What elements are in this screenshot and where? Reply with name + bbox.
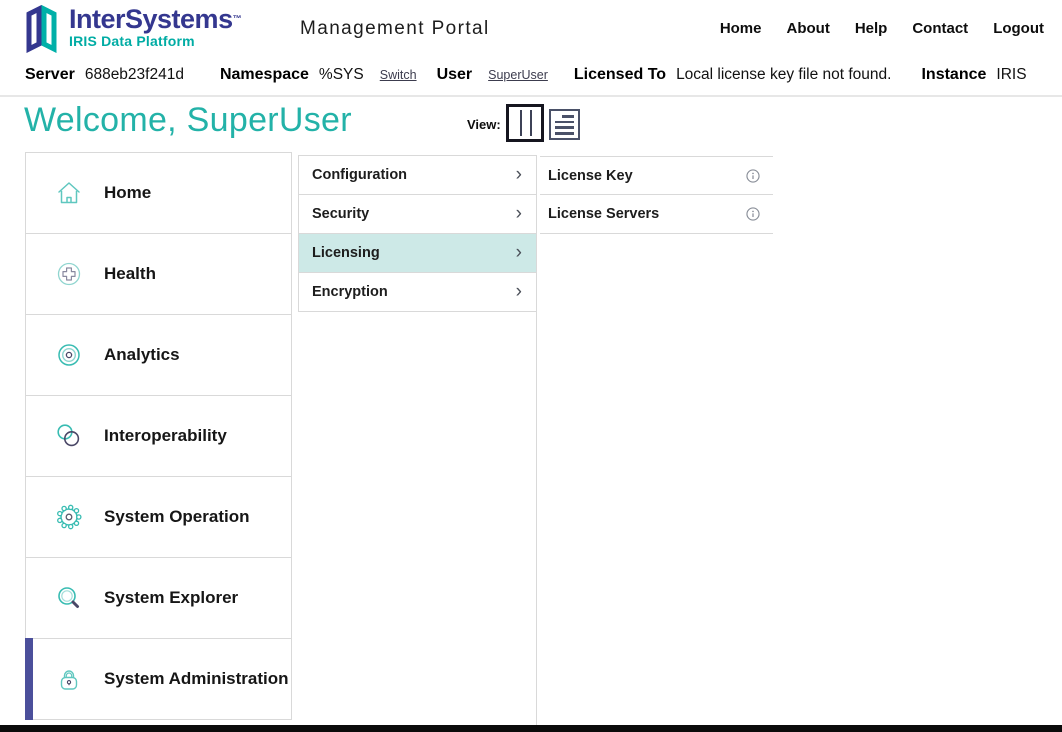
analytics-icon [54, 340, 84, 370]
sidebar-item-analytics[interactable]: Analytics [25, 314, 292, 396]
menu-item-label: Encryption [312, 284, 388, 300]
management-portal-page: InterSystems™ IRIS Data Platform Managem… [0, 0, 1062, 732]
brand-trademark: ™ [233, 14, 242, 24]
logo-text: InterSystems™ IRIS Data Platform [69, 5, 242, 49]
menu-item-encryption[interactable]: Encryption › [298, 272, 537, 312]
submenu-item-license-key[interactable]: License Key [540, 156, 773, 195]
server-label: Server [25, 66, 75, 84]
admin-submenu: Configuration › Security › Licensing › E… [298, 155, 537, 312]
sidebar-item-system-operation[interactable]: System Operation [25, 476, 292, 558]
server-value: 688eb23f241d [85, 66, 184, 84]
bottom-bar [0, 725, 1062, 732]
sidebar-item-label: System Operation [104, 507, 250, 527]
licensed-to-label: Licensed To [574, 66, 666, 84]
user-profile-link[interactable]: SuperUser [488, 68, 548, 82]
user-label: User [437, 66, 473, 84]
chevron-right-icon: › [516, 165, 522, 184]
sidebar-item-label: Health [104, 264, 156, 284]
submenu-item-label: License Servers [548, 206, 659, 222]
header-divider [0, 95, 1062, 97]
sidebar-item-label: System Administration [104, 669, 289, 689]
menu-item-label: Licensing [312, 245, 380, 261]
nav-contact-link[interactable]: Contact [912, 20, 968, 37]
intersystems-logo-mark [22, 5, 62, 53]
namespace-label: Namespace [220, 66, 309, 84]
home-icon [54, 178, 84, 208]
switch-namespace-link[interactable]: Switch [380, 68, 417, 82]
submenu-item-label: License Key [548, 168, 633, 184]
top-nav: Home About Help Contact Logout [720, 20, 1044, 37]
sidebar-item-system-administration[interactable]: System Administration [25, 638, 292, 720]
columns-view-icon[interactable] [506, 104, 544, 142]
nav-help-link[interactable]: Help [855, 20, 888, 37]
sidebar-item-system-explorer[interactable]: System Explorer [25, 557, 292, 639]
info-icon[interactable] [745, 206, 761, 222]
menu-item-label: Configuration [312, 167, 407, 183]
sidebar-item-label: Interoperability [104, 426, 227, 446]
server-info-bar: Server 688eb23f241d Namespace %SYS Switc… [25, 66, 1027, 84]
submenu-item-license-servers[interactable]: License Servers [540, 195, 773, 234]
instance-value: IRIS [996, 66, 1026, 84]
system-administration-lock-icon [54, 664, 84, 694]
menu-item-configuration[interactable]: Configuration › [298, 155, 537, 195]
licensing-submenu: License Key License Servers [540, 156, 773, 234]
sidebar: Home Health Analytics Interoperability [25, 152, 292, 720]
info-icon[interactable] [745, 168, 761, 184]
interoperability-rings-icon [54, 421, 84, 451]
brand-tagline: IRIS Data Platform [69, 33, 242, 49]
menu-item-security[interactable]: Security › [298, 194, 537, 234]
page-title: Management Portal [300, 18, 490, 40]
sidebar-item-label: System Explorer [104, 588, 238, 608]
column-divider [536, 155, 537, 726]
menu-item-label: Security [312, 206, 369, 222]
sidebar-item-health[interactable]: Health [25, 233, 292, 315]
instance-label: Instance [921, 66, 986, 84]
health-cross-icon [54, 259, 84, 289]
nav-home-link[interactable]: Home [720, 20, 762, 37]
sidebar-item-home[interactable]: Home [25, 152, 292, 234]
system-operation-gear-icon [54, 502, 84, 532]
system-explorer-search-icon [54, 583, 84, 613]
chevron-right-icon: › [516, 282, 522, 301]
view-label: View: [467, 117, 501, 132]
nav-about-link[interactable]: About [787, 20, 830, 37]
chevron-right-icon: › [516, 243, 522, 262]
sidebar-item-interoperability[interactable]: Interoperability [25, 395, 292, 477]
menu-item-licensing[interactable]: Licensing › [298, 233, 537, 273]
namespace-value: %SYS [319, 66, 364, 84]
welcome-heading: Welcome, SuperUser [24, 101, 352, 140]
list-view-icon[interactable] [549, 109, 580, 140]
intersystems-logo[interactable]: InterSystems™ IRIS Data Platform [22, 5, 242, 53]
chevron-right-icon: › [516, 204, 522, 223]
sidebar-item-label: Analytics [104, 345, 180, 365]
nav-logout-link[interactable]: Logout [993, 20, 1044, 37]
sidebar-item-label: Home [104, 183, 151, 203]
licensed-to-value: Local license key file not found. [676, 66, 891, 84]
brand-name: InterSystems [69, 4, 233, 34]
